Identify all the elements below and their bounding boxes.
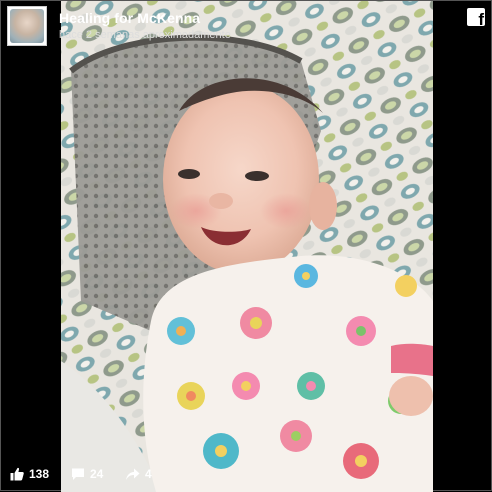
- post-timestamp[interactable]: hace 2 semanas aproximadamente: [59, 29, 231, 41]
- comments-count: 24: [90, 467, 104, 481]
- likes-count: 138: [29, 467, 50, 481]
- likes-stat[interactable]: 138: [10, 467, 49, 481]
- avatar-image: [10, 9, 44, 43]
- comment-bubble-icon: [72, 468, 84, 480]
- video-frame: [61, 1, 433, 492]
- thumbs-up-icon: [10, 467, 24, 481]
- facebook-icon[interactable]: f: [467, 8, 485, 26]
- post-header: Healing for McKenna hace 2 semanas aprox…: [1, 1, 491, 53]
- video-player[interactable]: [61, 1, 433, 492]
- share-arrow-icon: [126, 468, 140, 480]
- comments-stat[interactable]: 24: [71, 467, 103, 481]
- video-embed-frame: Healing for McKenna hace 2 semanas aprox…: [0, 0, 492, 492]
- shares-stat[interactable]: 4: [125, 467, 152, 481]
- shares-count: 4: [145, 467, 152, 481]
- page-avatar[interactable]: [7, 6, 47, 46]
- post-stats-bar: 138 24 4: [1, 460, 491, 490]
- page-name-link[interactable]: Healing for McKenna: [59, 10, 200, 26]
